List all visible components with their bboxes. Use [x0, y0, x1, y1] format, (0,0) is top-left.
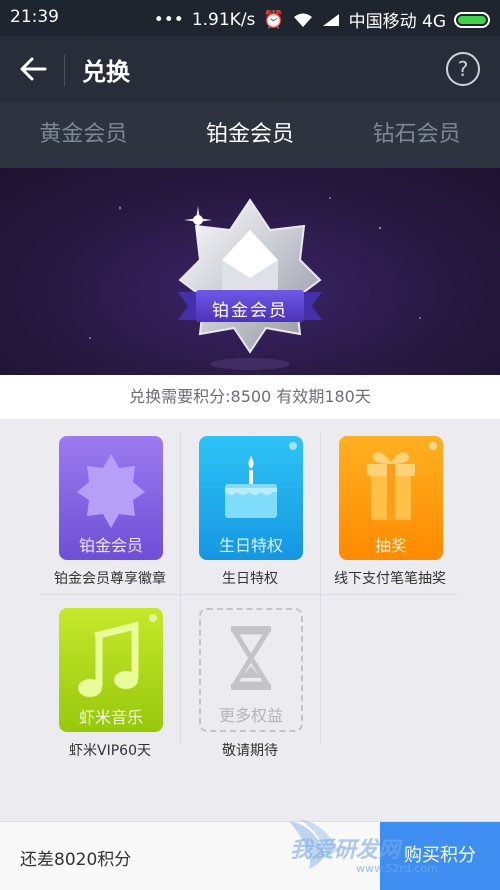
tab-gold[interactable]: 黄金会员 — [0, 102, 167, 168]
benefit-caption: 铂金会员尊享徽章 — [54, 571, 166, 587]
more-dots-icon: ••• — [153, 9, 184, 30]
benefit-tile: 抽奖 — [339, 436, 443, 560]
signal-icon — [322, 13, 339, 26]
benefit-caption: 敬请期待 — [222, 743, 278, 759]
watermark-url: www.52rd.com — [356, 862, 438, 875]
cake-icon — [225, 456, 277, 518]
benefit-tile-label: 虾米音乐 — [78, 708, 143, 727]
appbar-divider — [64, 54, 65, 86]
decor-dot — [429, 442, 437, 450]
grid-divider — [40, 594, 458, 595]
carrier-label: 中国移动 4G — [348, 12, 446, 32]
badge-icon — [77, 454, 145, 528]
points-remaining: 还差8020积分 — [20, 850, 132, 870]
benefit-lottery[interactable]: 抽奖 线下支付笔笔抽奖 — [320, 432, 460, 592]
benefit-platinum-badge[interactable]: 铂金会员 铂金会员尊享徽章 — [40, 432, 180, 592]
benefit-tile: 铂金会员 — [59, 436, 163, 560]
page-title: 兑换 — [82, 58, 130, 86]
battery-icon — [454, 11, 490, 28]
benefit-tile-label: 铂金会员 — [78, 536, 143, 555]
membership-banner: 铂金会员 — [0, 168, 500, 375]
benefit-more[interactable]: 更多权益 敬请期待 — [180, 604, 320, 764]
tab-diamond[interactable]: 钻石会员 — [333, 102, 500, 168]
benefit-tile-label: 生日特权 — [218, 536, 283, 555]
watermark-text: 我爱研发网 — [290, 838, 401, 863]
decor-dot — [289, 442, 297, 450]
badge-label: 铂金会员 — [212, 301, 288, 321]
benefit-tile-label: 更多权益 — [218, 706, 283, 725]
platinum-badge-icon — [89, 197, 421, 370]
hourglass-icon — [230, 626, 272, 690]
network-speed: 1.91K/s — [191, 9, 256, 30]
alarm-icon: ⏰ — [263, 9, 285, 30]
music-note-icon — [78, 621, 139, 697]
exchange-requirement: 兑换需要积分:8500 有效期180天 — [0, 375, 500, 419]
benefit-caption: 线下支付笔笔抽奖 — [334, 571, 446, 587]
benefit-caption: 生日特权 — [222, 571, 278, 587]
back-arrow-icon[interactable] — [18, 54, 48, 84]
benefit-tile: 更多权益 — [199, 608, 303, 732]
help-icon[interactable]: ? — [446, 52, 480, 86]
decor-dot — [149, 614, 157, 622]
benefit-tile: 生日特权 — [199, 436, 303, 560]
status-icons: ••• 1.91K/s ⏰ 中国移动 4G — [154, 7, 490, 32]
membership-tabs: 黄金会员 铂金会员 钻石会员 — [0, 102, 500, 168]
app-bar: 兑换 ? — [0, 36, 500, 102]
tab-platinum[interactable]: 铂金会员 — [167, 102, 334, 168]
status-time: 21:39 — [10, 7, 59, 27]
benefit-tile-label: 抽奖 — [374, 536, 407, 555]
benefit-tile: 虾米音乐 — [59, 608, 163, 732]
gift-icon — [367, 452, 415, 520]
benefit-xiami-music[interactable]: 虾米音乐 虾米VIP60天 — [40, 604, 180, 764]
bottom-bar: 还差8020积分 购买积分 — [0, 821, 500, 890]
wifi-icon — [293, 13, 312, 27]
status-bar: 21:39 ••• 1.91K/s ⏰ 中国移动 4G — [0, 0, 500, 36]
benefit-birthday[interactable]: 生日特权 生日特权 — [180, 432, 320, 592]
benefit-caption: 虾米VIP60天 — [69, 743, 151, 759]
